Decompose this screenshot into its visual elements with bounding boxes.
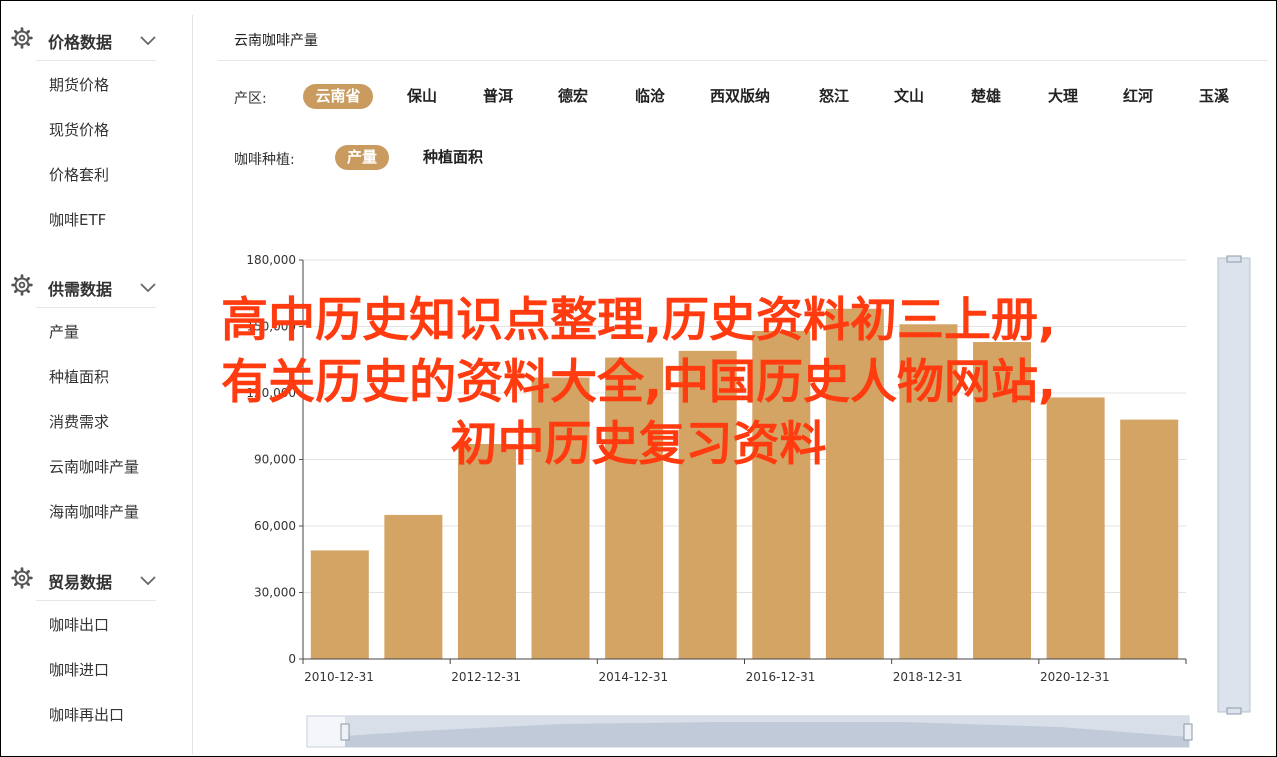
bar[interactable] — [310, 550, 369, 659]
bar[interactable] — [605, 357, 664, 659]
bar[interactable] — [384, 514, 443, 659]
horizontal-zoom-slider[interactable] — [306, 715, 1193, 748]
bar[interactable] — [531, 377, 590, 659]
bar[interactable] — [899, 324, 958, 659]
y-tick-label: 180,000 — [246, 253, 296, 267]
production-chart: 0 30,000 60,000 90,000 120,000 150,000 180,000… — [246, 253, 1251, 748]
x-tick-label: 2018-12-31 — [893, 670, 963, 684]
y-tick-label: 90,000 — [254, 453, 296, 467]
bar[interactable] — [825, 308, 884, 659]
y-tick-label: 0 — [288, 652, 296, 666]
slider-handle-left — [340, 723, 350, 741]
bar[interactable] — [457, 443, 516, 659]
x-tick-label: 2020-12-31 — [1040, 670, 1110, 684]
bar[interactable] — [678, 350, 737, 659]
x-tick-label: 2012-12-31 — [451, 670, 521, 684]
bar[interactable] — [752, 330, 811, 659]
y-tick-label: 150,000 — [246, 320, 296, 334]
slider-handle-right — [1183, 723, 1193, 741]
chart-bars — [310, 308, 1179, 659]
y-tick-label: 120,000 — [246, 386, 296, 400]
y-tick-label: 60,000 — [254, 519, 296, 533]
bar[interactable] — [973, 342, 1032, 659]
y-tick-label: 30,000 — [254, 586, 296, 600]
x-tick-label: 2014-12-31 — [598, 670, 668, 684]
bar[interactable] — [1046, 397, 1105, 659]
x-tick-label: 2010-12-31 — [304, 670, 374, 684]
vertical-zoom-slider[interactable] — [1217, 255, 1251, 715]
x-tick-label: 2016-12-31 — [746, 670, 816, 684]
bar[interactable] — [1120, 419, 1179, 659]
